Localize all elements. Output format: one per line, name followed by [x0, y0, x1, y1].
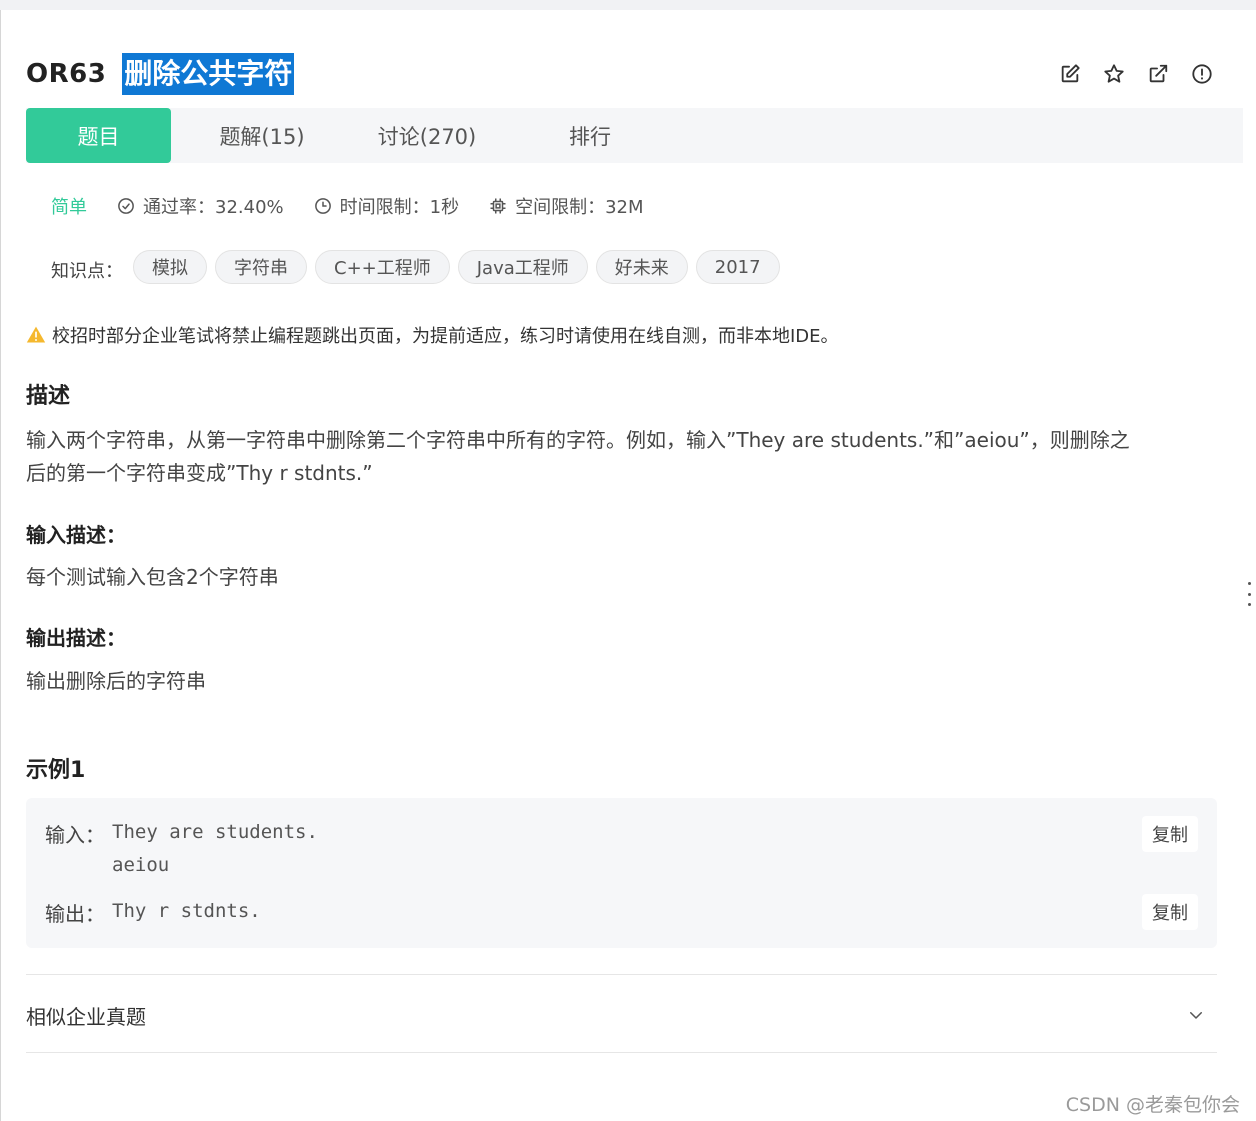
- divider: [26, 974, 1217, 975]
- report-icon[interactable]: [1190, 62, 1214, 86]
- example-box: 输入： They are students. aeiou 复制 输出： Thy …: [26, 798, 1217, 948]
- tag-item[interactable]: Java工程师: [457, 250, 588, 284]
- warning-icon: [26, 326, 46, 343]
- problem-id: OR63: [26, 59, 107, 89]
- tab-bar: 题目 题解(15) 讨论(270) 排行: [26, 108, 1243, 163]
- tab-discussion[interactable]: 讨论(270): [353, 108, 501, 163]
- left-border: [0, 10, 1, 1121]
- example-output-line[interactable]: Thy r stdnts.: [112, 895, 261, 928]
- example-input-line-2[interactable]: aeiou: [112, 849, 169, 882]
- example-output-label: 输出：: [45, 902, 105, 926]
- tab-solutions[interactable]: 题解(15): [171, 108, 353, 163]
- tab-ranking[interactable]: 排行: [501, 108, 679, 163]
- space-limit: 空间限制：32M: [489, 193, 644, 219]
- toolbar: [1058, 62, 1214, 86]
- space-limit-text: 空间限制：32M: [515, 197, 644, 218]
- problem-header: OR63 删除公共字符: [26, 52, 295, 96]
- tag-item[interactable]: 模拟: [133, 250, 207, 284]
- check-circle-icon: [118, 198, 134, 214]
- exam-notice: 校招时部分企业笔试将禁止编程题跳出页面，为提前适应，练习时请使用在线自测，而非本…: [26, 322, 839, 348]
- star-icon[interactable]: [1102, 62, 1126, 86]
- difficulty-label: 简单: [51, 197, 87, 218]
- description-heading: 描述: [26, 384, 71, 409]
- tag-item[interactable]: 2017: [695, 250, 780, 284]
- chip-icon: [490, 198, 506, 214]
- example-input-line-1[interactable]: They are students.: [112, 816, 318, 849]
- problem-title[interactable]: 删除公共字符: [122, 53, 295, 95]
- knowledge-tags: 知识点： 模拟 字符串 C++工程师 Java工程师 好未来 2017: [51, 250, 788, 284]
- description-line-1: 输入两个字符串，从第一字符串中删除第二个字符串中所有的字符。例如，输入”They…: [26, 428, 1130, 452]
- input-desc-heading: 输入描述：: [26, 523, 126, 547]
- input-desc-text: 每个测试输入包含2个字符串: [26, 565, 279, 589]
- top-strip: [0, 0, 1256, 10]
- tag-item[interactable]: 好未来: [595, 250, 688, 284]
- similar-questions-toggle[interactable]: 相似企业真题: [26, 1000, 1217, 1030]
- tag-item[interactable]: 字符串: [215, 250, 307, 284]
- external-link-icon[interactable]: [1146, 62, 1170, 86]
- example-input-label: 输入：: [45, 823, 105, 847]
- watermark: CSDN @老秦包你会: [1065, 1094, 1240, 1116]
- copy-input-button[interactable]: 复制: [1142, 816, 1198, 852]
- panel-resize-handle[interactable]: [1248, 582, 1252, 606]
- notice-text: 校招时部分企业笔试将禁止编程题跳出页面，为提前适应，练习时请使用在线自测，而非本…: [52, 326, 839, 347]
- similar-questions-label: 相似企业真题: [26, 1004, 146, 1029]
- pass-rate-text: 通过率：32.40%: [143, 197, 284, 218]
- output-desc-text: 输出删除后的字符串: [26, 669, 206, 693]
- tags-label: 知识点：: [51, 261, 123, 282]
- output-desc-heading: 输出描述：: [26, 626, 126, 650]
- copy-output-button[interactable]: 复制: [1142, 894, 1198, 930]
- time-limit: 时间限制：1秒: [314, 193, 459, 219]
- edit-icon[interactable]: [1058, 62, 1082, 86]
- tab-problem[interactable]: 题目: [26, 108, 171, 163]
- problem-meta: 简单 通过率：32.40% 时间限制：1秒 空间限制：32M: [51, 193, 674, 219]
- divider: [26, 1052, 1217, 1053]
- chevron-down-icon: [1190, 1012, 1202, 1019]
- time-limit-text: 时间限制：1秒: [339, 197, 460, 218]
- example-heading: 示例1: [26, 758, 86, 783]
- tag-item[interactable]: C++工程师: [315, 250, 450, 284]
- clock-icon: [314, 198, 331, 214]
- right-panel: [1243, 10, 1256, 1121]
- description-line-2: 后的第一个字符串变成”Thy r stdnts.”: [26, 461, 373, 485]
- pass-rate: 通过率：32.40%: [117, 193, 284, 219]
